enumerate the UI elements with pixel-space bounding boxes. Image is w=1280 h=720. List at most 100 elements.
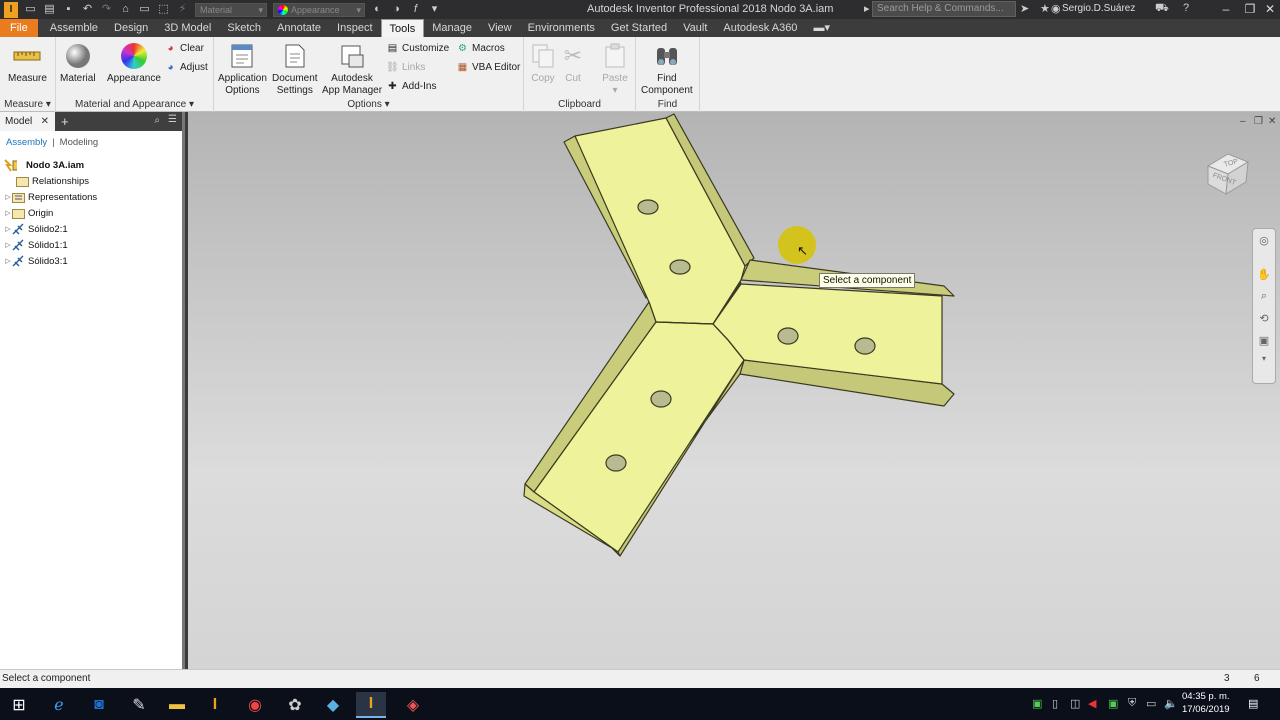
viewport-close-icon[interactable]: ✕ xyxy=(1268,116,1276,127)
measure-button[interactable]: Measure xyxy=(8,41,47,85)
inventor-logo-icon[interactable]: I xyxy=(4,1,18,18)
tray-app-icon[interactable]: ▣ xyxy=(1032,697,1042,710)
viewport-minimize-icon[interactable]: – xyxy=(1240,116,1246,127)
tab-inspect[interactable]: Inspect xyxy=(329,19,380,37)
adjust-button[interactable]: ◕ Adjust xyxy=(164,61,207,74)
menu-icon[interactable]: ☰ xyxy=(168,114,177,125)
cut-button[interactable]: ✂ Cut xyxy=(558,41,588,85)
new-file-icon[interactable]: ▭ xyxy=(24,3,37,16)
favorites-icon[interactable]: ★ xyxy=(1040,2,1050,15)
update-icon[interactable]: ⚡ xyxy=(176,3,189,16)
material-dropdown[interactable]: Material ▾ xyxy=(195,2,267,17)
close-icon[interactable]: ✕ xyxy=(1260,1,1280,17)
document-settings-button[interactable]: Document Settings xyxy=(272,41,318,97)
arm-upper-left-web[interactable] xyxy=(574,117,746,325)
bolt-hole[interactable] xyxy=(650,390,672,408)
modeling-view-link[interactable]: Modeling xyxy=(60,137,99,148)
tab-sketch[interactable]: Sketch xyxy=(219,19,269,37)
pan-icon[interactable]: ✋ xyxy=(1253,263,1275,285)
action-center-icon[interactable]: ▤ xyxy=(1248,697,1258,710)
minimize-icon[interactable]: – xyxy=(1216,1,1236,17)
tab-autodesk-a360[interactable]: Autodesk A360 xyxy=(715,19,805,37)
search-icon[interactable]: ⌕ xyxy=(154,115,160,126)
tree-node-root[interactable]: Nodo 3A.iam xyxy=(0,157,182,173)
expand-icon[interactable]: ▷ xyxy=(4,193,12,201)
tree-node-representations[interactable]: ▷ Representations xyxy=(0,189,182,205)
usb-icon[interactable]: ▯ xyxy=(1052,697,1058,710)
ribbon-display-toggle-icon[interactable]: ▬▾ xyxy=(805,19,838,37)
antivirus-icon[interactable]: ◀ xyxy=(1088,697,1096,710)
select-icon[interactable]: ⬚ xyxy=(157,3,170,16)
inventor-active-icon[interactable]: I xyxy=(356,692,386,718)
tree-node-solido2[interactable]: ▷ Sólido2:1 xyxy=(0,221,182,237)
orbit-icon[interactable]: ⟲ xyxy=(1253,307,1275,329)
app-manager-button[interactable]: Autodesk App Manager xyxy=(322,41,382,97)
inventor-icon[interactable]: I xyxy=(200,692,230,718)
steering-wheel-icon[interactable]: ◎ xyxy=(1253,229,1275,251)
viewport-restore-icon[interactable]: ❐ xyxy=(1254,116,1263,127)
tab-tools[interactable]: Tools xyxy=(380,19,425,37)
group-material-appearance-label[interactable]: Material and Appearance ▾ xyxy=(56,99,213,110)
application-options-button[interactable]: Application Options xyxy=(218,41,267,97)
bolt-hole[interactable] xyxy=(777,327,799,345)
appearance-dropdown[interactable]: Appearance ▾ xyxy=(273,2,365,17)
copy-button[interactable]: Copy xyxy=(528,41,558,85)
tab-view[interactable]: View xyxy=(480,19,520,37)
folder-icon[interactable]: ▭ xyxy=(138,3,151,16)
vba-editor-button[interactable]: ▦ VBA Editor xyxy=(456,61,521,74)
internet-explorer-icon[interactable]: ℯ xyxy=(44,692,74,718)
security-icon[interactable]: ⛨ xyxy=(1128,697,1136,710)
undo-icon[interactable]: ↶ xyxy=(81,3,94,16)
tree-node-relationships[interactable]: Relationships xyxy=(0,173,182,189)
network-icon[interactable]: ▭ xyxy=(1146,697,1156,710)
bolt-hole[interactable] xyxy=(669,259,691,275)
cart-icon[interactable]: ⛟ xyxy=(1155,2,1169,16)
file-explorer-icon[interactable]: ▬ xyxy=(162,692,192,718)
function-icon[interactable]: f xyxy=(409,3,422,16)
help-search-input[interactable]: Search Help & Commands... xyxy=(872,1,1016,17)
system-tray-icon[interactable]: ▣ xyxy=(1108,697,1118,710)
expand-icon[interactable]: ▷ xyxy=(4,257,12,265)
adjust-icon[interactable]: ◐ xyxy=(371,3,384,16)
taskbar-clock[interactable]: 04:35 p. m. 17/06/2019 xyxy=(1182,690,1230,716)
notepad-icon[interactable]: ✎ xyxy=(124,692,154,718)
tree-node-solido3[interactable]: ▷ Sólido3:1 xyxy=(0,253,182,269)
paste-button[interactable]: Paste ▾ xyxy=(600,41,630,97)
expand-icon[interactable]: ▷ xyxy=(4,241,12,249)
group-measure-label[interactable]: Measure ▾ xyxy=(0,99,55,110)
expand-icon[interactable]: ▷ xyxy=(4,225,12,233)
add-ins-button[interactable]: ✚ Add-Ins xyxy=(386,80,436,93)
customize-button[interactable]: ▤ Customize xyxy=(386,42,449,55)
group-options-label[interactable]: Options ▾ xyxy=(214,99,523,110)
tab-design[interactable]: Design xyxy=(106,19,156,37)
tab-get-started[interactable]: Get Started xyxy=(603,19,675,37)
bolt-hole[interactable] xyxy=(854,337,876,355)
tab-assemble[interactable]: Assemble xyxy=(42,19,106,37)
tab-annotate[interactable]: Annotate xyxy=(269,19,329,37)
material-button[interactable]: Material xyxy=(60,41,96,85)
app-icon[interactable]: ✿ xyxy=(280,692,310,718)
volume-icon[interactable]: 🔈 xyxy=(1164,697,1178,710)
bolt-hole[interactable] xyxy=(605,454,627,472)
look-at-icon[interactable]: ▣ xyxy=(1253,329,1275,351)
save-icon[interactable]: ▪ xyxy=(62,3,75,16)
clear-appearance-icon[interactable]: ◑ xyxy=(390,3,403,16)
links-button[interactable]: ⛓ Links xyxy=(386,61,425,74)
tab-model[interactable]: Model ✕ xyxy=(0,112,55,131)
tab-manage[interactable]: Manage xyxy=(424,19,480,37)
viewcube[interactable]: TOP FRONT xyxy=(1204,150,1250,196)
chrome-icon[interactable]: ◉ xyxy=(240,692,270,718)
restore-icon[interactable]: ❐ xyxy=(1240,1,1260,17)
redo-icon[interactable]: ↷ xyxy=(100,3,113,16)
outlook-icon[interactable]: ◙ xyxy=(84,692,114,718)
search-go-icon[interactable]: ➤ xyxy=(1020,2,1029,15)
assembly-view-link[interactable]: Assembly xyxy=(6,137,47,148)
user-icon[interactable]: ◉ xyxy=(1051,2,1061,15)
close-icon[interactable]: ✕ xyxy=(41,112,49,131)
navbar-options-icon[interactable]: ▾ xyxy=(1253,351,1275,365)
tab-environments[interactable]: Environments xyxy=(520,19,603,37)
notification-icon[interactable]: ◫ xyxy=(1070,697,1080,710)
sketch-app-icon[interactable]: ◆ xyxy=(318,692,348,718)
home-icon[interactable]: ⌂ xyxy=(119,3,132,16)
find-component-button[interactable]: Find Component xyxy=(641,41,693,97)
